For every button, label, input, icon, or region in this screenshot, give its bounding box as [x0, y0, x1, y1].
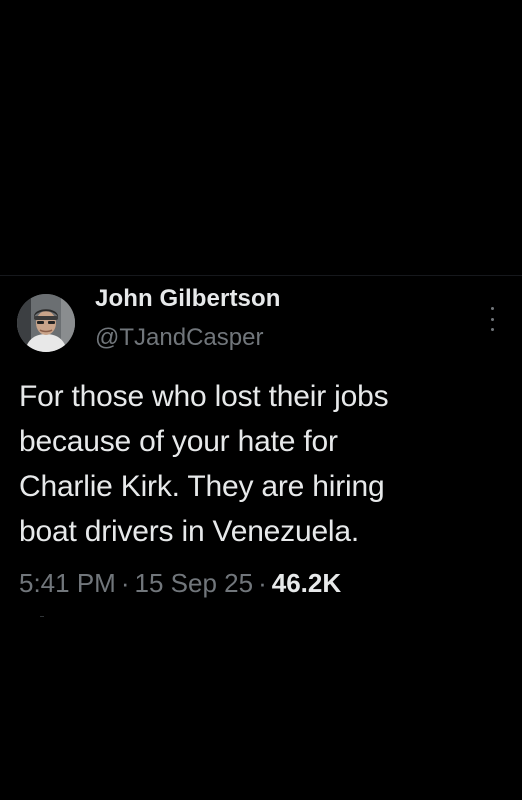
- more-dot: [490, 307, 494, 310]
- tweet-time[interactable]: 5:41 PM: [19, 568, 116, 598]
- more-dot: [490, 328, 494, 331]
- tweet[interactable]: John Gilbertson @TJandCasper For those w…: [0, 276, 522, 617]
- tweet-text-line: because of your hate for: [19, 425, 338, 458]
- divider-fragment: [40, 616, 44, 617]
- more-dot: [490, 317, 494, 321]
- more-vertical-icon[interactable]: [485, 307, 499, 331]
- meta-separator: ·: [258, 568, 267, 598]
- tweet-text-line: Charlie Kirk. They are hiring: [19, 470, 385, 503]
- tweet-text-line: For those who lost their jobs: [19, 380, 389, 413]
- tweet-meta: 5:41 PM · 15 Sep 25 · 46.2K: [19, 568, 341, 599]
- view-count[interactable]: 46.2K: [272, 568, 341, 598]
- user-handle[interactable]: @TJandCasper: [95, 324, 263, 352]
- avatar[interactable]: [17, 294, 75, 352]
- tweet-text-line: boat drivers in Venezuela.: [19, 515, 360, 548]
- tweet-date[interactable]: 15 Sep 25: [135, 568, 254, 598]
- screenshot: John Gilbertson @TJandCasper For those w…: [0, 0, 522, 800]
- tweet-text: For those who lost their jobs because of…: [19, 374, 499, 554]
- meta-separator: ·: [120, 568, 130, 598]
- avatar-photo: [17, 294, 75, 352]
- display-name[interactable]: John Gilbertson: [95, 285, 281, 313]
